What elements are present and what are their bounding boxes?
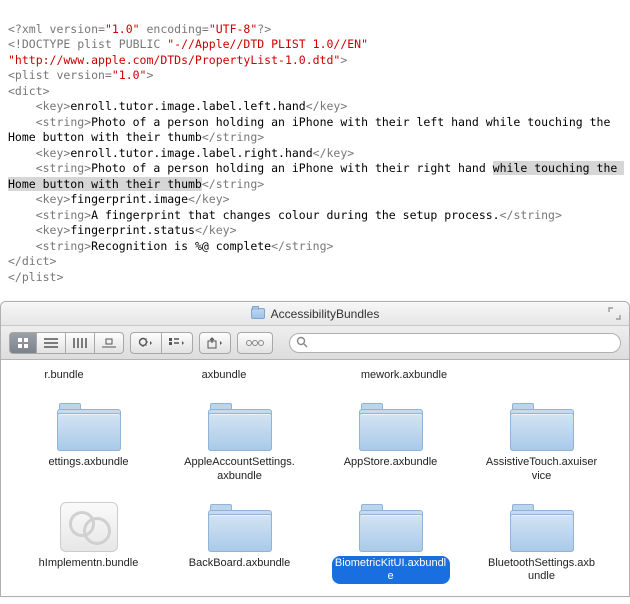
folder-icon: [359, 502, 423, 552]
file-label[interactable]: axbundle: [199, 368, 250, 383]
folder-icon: [208, 502, 272, 552]
window-title: AccessibilityBundles: [271, 307, 380, 321]
plugin-icon: [60, 502, 118, 552]
icon-grid[interactable]: r.bundle axbundle mework.axbundle etting…: [1, 360, 629, 596]
file-label: BiometricKitUI.axbundle: [332, 556, 450, 584]
folder-item[interactable]: AppleAccountSettings.axbundle: [180, 401, 300, 483]
search-field-wrap: [289, 333, 621, 353]
folder-item[interactable]: BluetoothSettings.axbundle: [482, 502, 602, 584]
folder-icon: [510, 401, 574, 451]
folder-item-selected[interactable]: BiometricKitUI.axbundle: [331, 502, 451, 584]
file-label: BackBoard.axbundle: [186, 556, 294, 571]
file-label: ettings.axbundle: [45, 455, 131, 470]
bundle-item[interactable]: hImplementn.bundle: [29, 502, 149, 584]
tags-button[interactable]: [237, 332, 273, 354]
search-icon: [296, 336, 308, 348]
window-titlebar[interactable]: AccessibilityBundles: [1, 302, 629, 326]
file-label: AppleAccountSettings.axbundle: [181, 455, 299, 483]
share-menu-button[interactable]: [199, 332, 231, 354]
folder-item[interactable]: AppStore.axbundle: [331, 401, 451, 483]
file-label[interactable]: mework.axbundle: [358, 368, 450, 383]
action-menu-button[interactable]: [130, 332, 162, 354]
list-view-button[interactable]: [36, 332, 66, 354]
folder-icon: [510, 502, 574, 552]
plist-source-view: <?xml version="1.0" encoding="UTF-8"?> <…: [0, 0, 630, 295]
file-label: AssistiveTouch.axuiservice: [483, 455, 601, 483]
folder-icon: [251, 308, 265, 319]
folder-icon: [208, 401, 272, 451]
folder-item[interactable]: ettings.axbundle: [29, 401, 149, 483]
action-group: [130, 332, 193, 354]
file-label[interactable]: r.bundle: [41, 368, 86, 383]
arrange-menu-button[interactable]: [161, 332, 193, 354]
search-input[interactable]: [289, 333, 621, 353]
folder-icon: [57, 401, 121, 451]
finder-toolbar: [1, 326, 629, 360]
folder-item[interactable]: AssistiveTouch.axuiservice: [482, 401, 602, 483]
fullscreen-icon[interactable]: [608, 307, 621, 320]
column-view-button[interactable]: [65, 332, 95, 354]
folder-item[interactable]: BackBoard.axbundle: [180, 502, 300, 584]
file-label: hImplementn.bundle: [36, 556, 142, 571]
coverflow-view-button[interactable]: [94, 332, 124, 354]
file-label: BluetoothSettings.axbundle: [483, 556, 601, 584]
view-mode-group: [9, 332, 124, 354]
icon-view-button[interactable]: [9, 332, 37, 354]
finder-window: AccessibilityBundles r.bundle axbund: [0, 301, 630, 597]
file-label: AppStore.axbundle: [341, 455, 441, 470]
folder-icon: [359, 401, 423, 451]
